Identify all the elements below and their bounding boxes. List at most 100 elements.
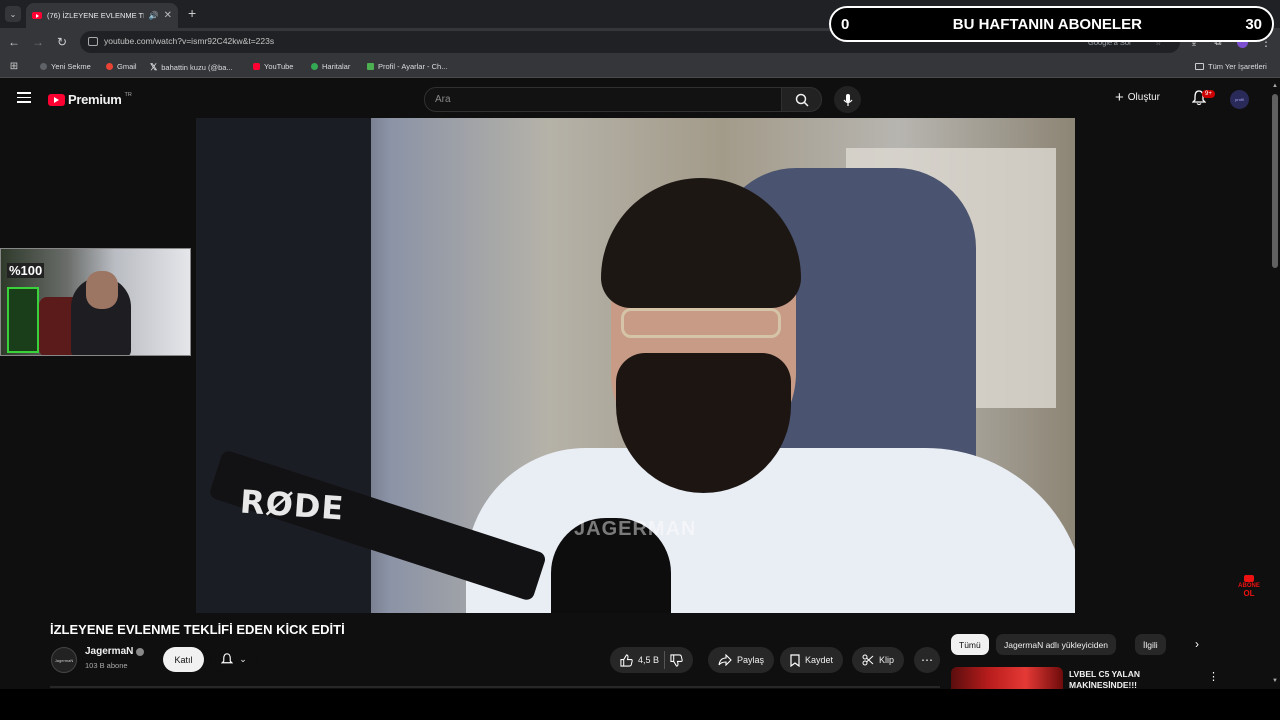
bookmark-new-tab[interactable]: Yeni Sekme	[40, 62, 91, 71]
more-actions-button[interactable]: ⋯	[914, 647, 940, 673]
search-button[interactable]	[782, 87, 822, 112]
youtube-play-icon	[48, 93, 65, 106]
video-person-glasses	[621, 308, 781, 338]
all-bookmarks[interactable]: Tüm Yer İşaretleri	[1195, 62, 1267, 71]
create-button[interactable]: + Oluştur	[1115, 89, 1160, 106]
chevron-right-icon[interactable]: ›	[1195, 637, 1199, 651]
clip-label: Klip	[879, 655, 895, 665]
subscriber-count: 103 B abone	[85, 661, 128, 670]
url-text[interactable]: youtube.com/watch?v=ismr92C42kw&t=223s	[104, 36, 274, 46]
forward-icon[interactable]: →	[30, 34, 46, 50]
channel-avatar[interactable]: JagermaN	[51, 647, 77, 673]
webcam-logo: %100	[7, 263, 45, 278]
share-label: Paylaş	[737, 655, 765, 665]
hamburger-menu-icon[interactable]	[17, 92, 31, 106]
streamer-webcam: %100	[0, 248, 191, 356]
scissors-icon	[862, 654, 874, 666]
speaker-icon[interactable]: 🔊	[149, 11, 159, 20]
like-count[interactable]: 4,5 B	[638, 655, 659, 665]
share-icon	[718, 654, 732, 666]
like-divider	[664, 651, 666, 669]
avatar-text: profil	[1235, 97, 1244, 102]
bookmark-icon	[790, 653, 800, 667]
bookmark-youtube[interactable]: YouTube	[253, 62, 293, 71]
bookmarks-bar: ⊞ Yeni Sekme Gmail 𝕏 bahattin kuzu (@ba.…	[0, 56, 1280, 78]
voice-search-button[interactable]	[834, 86, 861, 113]
scrollbar-thumb[interactable]	[1272, 94, 1278, 268]
bookmark-label: YouTube	[264, 62, 294, 71]
bookmark-x[interactable]: 𝕏 bahattin kuzu (@ba...	[150, 62, 233, 73]
back-icon[interactable]: ←	[6, 34, 22, 50]
video-watermark: JAGERMAN	[574, 518, 697, 540]
bookmark-label: Haritalar	[322, 62, 351, 71]
clip-button[interactable]: Klip	[852, 647, 905, 673]
new-tab-bookmark-icon	[40, 63, 47, 70]
search-icon	[795, 93, 809, 107]
verified-icon	[136, 647, 145, 656]
video-player[interactable]: RØDE JAGERMAN	[196, 118, 1075, 613]
x-logo-icon: 𝕏	[150, 62, 158, 72]
recommended-more-icon[interactable]: ⋮	[1208, 670, 1219, 683]
search-input[interactable]	[435, 94, 735, 105]
youtube-icon	[253, 63, 260, 70]
bookmark-label: Profil - Ayarlar - Ch...	[378, 62, 448, 71]
youtube-premium-logo[interactable]: Premium TR	[48, 92, 132, 107]
bottom-black-bar	[0, 689, 1280, 720]
abone-line2: OL	[1243, 589, 1255, 598]
apps-grid-icon[interactable]: ⊞	[6, 58, 22, 74]
plus-icon: +	[1115, 89, 1124, 106]
youtube-favicon-icon	[32, 12, 42, 19]
channel-name[interactable]: JagermaN	[85, 646, 133, 657]
video-title: İZLEYENE EVLENME TEKLİFİ EDEN KİCK EDİTİ	[50, 622, 345, 637]
rode-logo-text: RØDE	[238, 482, 346, 528]
like-dislike-group: 4,5 B	[610, 647, 694, 673]
tab-title: (76) İZLEYENE EVLENME TE...	[47, 11, 144, 20]
recommended-title[interactable]: LVBEL C5 YALAN MAKİNESİNDE!!!	[1069, 669, 1189, 689]
save-button[interactable]: Kaydet	[780, 647, 844, 673]
all-bookmarks-label: Tüm Yer İşaretleri	[1208, 62, 1267, 71]
gmail-icon	[106, 63, 113, 70]
more-horizontal-icon: ⋯	[921, 653, 933, 667]
weekly-subscribers-overlay: 0 BU HAFTANIN ABONELER 30	[829, 6, 1274, 42]
tab-close-icon[interactable]: ✕	[164, 10, 172, 21]
logo-word: Premium	[68, 92, 122, 107]
tab-list-button[interactable]: ⌄	[5, 6, 21, 22]
share-button[interactable]: Paylaş	[708, 647, 775, 673]
scroll-down-icon[interactable]: ▼	[1272, 678, 1278, 684]
overlay-title: BU HAFTANIN ABONELER	[952, 15, 1142, 33]
recommended-thumbnail[interactable]	[951, 667, 1063, 689]
channel-name-row[interactable]: JagermaN	[85, 646, 145, 657]
bookmark-gmail[interactable]: Gmail	[106, 62, 137, 71]
chevron-down-icon: ⌄	[239, 654, 247, 664]
channel-avatar-text: JagermaN	[54, 657, 74, 663]
scroll-up-icon[interactable]: ▲	[1272, 83, 1278, 89]
subscribe-badge: ABONE OL	[1236, 574, 1262, 598]
chip-all[interactable]: Tümü	[951, 634, 989, 655]
browser-tab-active[interactable]: (76) İZLEYENE EVLENME TE... 🔊 ✕	[26, 3, 178, 28]
logo-country-code: TR	[124, 91, 132, 98]
bell-icon	[221, 653, 234, 664]
youtube-masthead: Premium TR + Oluştur profil	[0, 80, 1280, 118]
reload-icon[interactable]: ↻	[54, 34, 70, 50]
chip-related[interactable]: İlgili	[1135, 634, 1166, 655]
new-tab-button[interactable]: +	[188, 6, 196, 20]
bookmark-profile[interactable]: Profil - Ayarlar - Ch...	[367, 62, 447, 71]
profile-bookmark-icon	[367, 63, 374, 70]
account-avatar[interactable]: profil	[1230, 90, 1249, 109]
bookmark-label: Yeni Sekme	[51, 62, 91, 71]
bookmark-maps[interactable]: Haritalar	[311, 62, 350, 71]
chip-from-uploader[interactable]: JagermaN adlı yükleyiciden	[996, 634, 1116, 655]
site-info-icon[interactable]	[88, 37, 98, 46]
join-button[interactable]: Katıl	[163, 647, 204, 672]
description-box-edge	[50, 686, 940, 688]
thumbs-down-icon[interactable]	[670, 653, 683, 667]
save-label: Kaydet	[805, 655, 834, 665]
thumbs-up-icon[interactable]	[620, 653, 633, 667]
maps-pin-icon	[311, 63, 318, 70]
bookmark-label: Gmail	[117, 62, 137, 71]
webcam-shelf	[7, 287, 39, 353]
create-label: Oluştur	[1127, 92, 1160, 103]
overlay-right-count: 30	[1245, 15, 1262, 33]
subscription-bell-button[interactable]: ⌄	[210, 647, 258, 672]
folder-icon	[1195, 63, 1204, 70]
